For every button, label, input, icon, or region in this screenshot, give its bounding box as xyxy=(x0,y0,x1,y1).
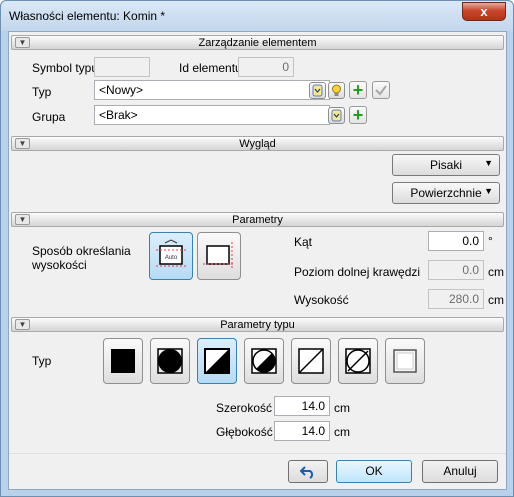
dropdown-arrow-icon: ▼ xyxy=(484,158,493,168)
lightbulb-icon xyxy=(332,84,341,96)
type-bulb-button[interactable] xyxy=(328,82,345,99)
circle-in-square-filled-icon xyxy=(157,348,183,374)
shape-half-circle-button[interactable] xyxy=(244,338,284,384)
section-parameters-header[interactable]: ▼ Parametry xyxy=(11,212,504,227)
square-filled-icon xyxy=(111,349,135,373)
section-type-parameters-title: Parametry typu xyxy=(220,319,295,331)
manual-height-icon xyxy=(203,242,235,270)
confirm-type-button[interactable] xyxy=(372,81,390,99)
section-type-parameters-header[interactable]: ▼ Parametry typu xyxy=(11,317,504,332)
title-bar[interactable]: Własności elementu: Komin * x xyxy=(1,1,513,31)
auto-height-icon: Auto xyxy=(156,239,186,267)
group-field[interactable]: <Brak> xyxy=(94,105,330,125)
symbol-type-label: Symbol typu xyxy=(32,61,99,75)
close-icon: x xyxy=(480,4,488,19)
cancel-button[interactable]: Anuluj xyxy=(422,460,498,483)
bottom-level-field[interactable]: 0.0 xyxy=(428,260,484,280)
group-picker-button[interactable] xyxy=(328,107,345,124)
section-appearance-title: Wygląd xyxy=(239,138,276,150)
height-label: Wysokość xyxy=(294,293,349,307)
window-title: Własności elementu: Komin * xyxy=(9,9,166,23)
height-method-label: Sposób określania wysokości xyxy=(32,244,131,272)
pens-label: Pisaki xyxy=(429,158,462,172)
dialog-footer: OK Anuluj xyxy=(9,453,506,489)
angle-field[interactable]: 0.0 xyxy=(428,231,484,251)
height-unit: cm xyxy=(488,293,504,307)
angle-unit: ° xyxy=(488,234,493,248)
section-parameters-title: Parametry xyxy=(232,214,283,226)
depth-label: Głębokość xyxy=(216,425,273,439)
picker-icon xyxy=(312,84,323,97)
bottom-level-unit: cm xyxy=(488,265,504,279)
depth-unit: cm xyxy=(334,425,350,439)
circle-diagonal-half-icon xyxy=(251,348,277,374)
width-label: Szerokość xyxy=(216,401,273,415)
add-type-button[interactable]: + xyxy=(349,81,367,99)
ok-button[interactable]: OK xyxy=(336,460,412,483)
shape-circle-diagonal-button[interactable] xyxy=(338,338,378,384)
width-unit: cm xyxy=(334,401,350,415)
close-button[interactable]: x xyxy=(462,2,506,21)
surfaces-dropdown-button[interactable]: Powierzchnie ▼ xyxy=(392,182,500,204)
type-field[interactable]: <Nowy> xyxy=(94,80,330,100)
height-field[interactable]: 280.0 xyxy=(428,289,484,309)
type-label: Typ xyxy=(32,85,52,99)
circle-diagonal-icon xyxy=(345,348,371,374)
square-empty-icon xyxy=(393,349,417,373)
type-picker-button[interactable] xyxy=(309,82,326,99)
square-diagonal-half-icon xyxy=(204,348,230,374)
depth-field[interactable]: 14.0 xyxy=(274,421,330,441)
angle-label: Kąt xyxy=(294,235,313,249)
checkmark-icon xyxy=(375,85,387,96)
symbol-type-field[interactable] xyxy=(94,57,150,77)
undo-button[interactable] xyxy=(288,460,328,483)
picker-icon xyxy=(331,109,342,122)
height-manual-button[interactable] xyxy=(197,232,241,280)
bottom-level-label: Poziom dolnej krawędzi xyxy=(294,265,421,279)
undo-icon xyxy=(299,466,314,479)
section-appearance-header[interactable]: ▼ Wygląd xyxy=(11,136,504,151)
shape-square-diagonal-button[interactable] xyxy=(291,338,331,384)
shape-square-filled-button[interactable] xyxy=(103,338,143,384)
group-label: Grupa xyxy=(32,110,66,124)
width-field[interactable]: 14.0 xyxy=(274,396,330,416)
shape-type-label: Typ xyxy=(32,354,52,368)
add-group-button[interactable]: + xyxy=(349,106,367,124)
section-management-title: Zarządzanie elementem xyxy=(198,37,317,49)
plus-icon: + xyxy=(352,80,364,100)
element-id-field[interactable]: 0 xyxy=(238,57,294,77)
dialog-body: ▼ Zarządzanie elementem Symbol typu Id e… xyxy=(8,31,507,490)
pens-dropdown-button[interactable]: Pisaki ▼ xyxy=(392,154,500,176)
shape-square-empty-button[interactable] xyxy=(385,338,425,384)
dropdown-arrow-icon: ▼ xyxy=(484,186,493,196)
element-id-label: Id elementu xyxy=(179,61,242,75)
surfaces-label: Powierzchnie xyxy=(410,186,482,200)
svg-text:Auto: Auto xyxy=(165,255,178,261)
dialog-window: Własności elementu: Komin * x ▼ Zarządza… xyxy=(0,0,514,497)
section-management-header[interactable]: ▼ Zarządzanie elementem xyxy=(11,35,504,50)
shape-octagon-filled-button[interactable] xyxy=(150,338,190,384)
height-auto-button[interactable]: Auto xyxy=(149,232,193,280)
square-diagonal-icon xyxy=(298,348,324,374)
shape-half-square-button[interactable] xyxy=(197,338,237,384)
plus-icon: + xyxy=(352,105,364,125)
